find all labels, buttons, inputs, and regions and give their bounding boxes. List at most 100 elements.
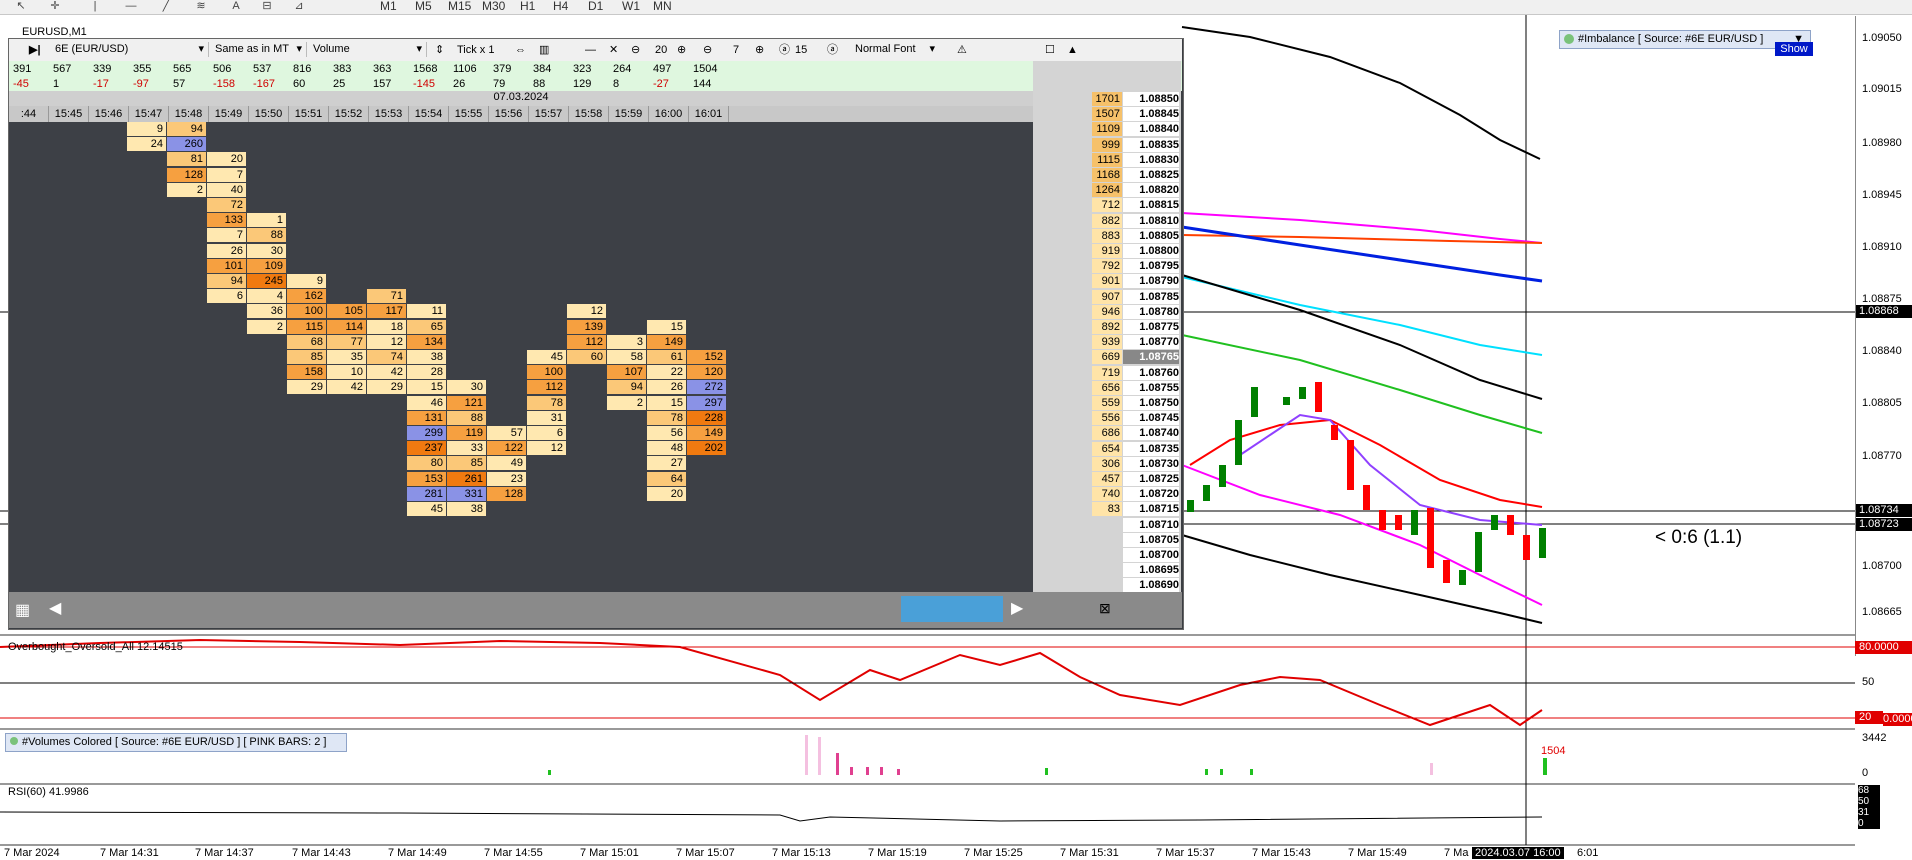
profile-price: 1.08735	[1123, 441, 1179, 456]
time-cell: 15:56	[489, 106, 529, 122]
tf-d1[interactable]: D1	[588, 0, 603, 13]
tf-h4[interactable]: H4	[553, 0, 568, 13]
show-button[interactable]: Show	[1775, 42, 1813, 56]
tf-mn[interactable]: MN	[653, 0, 672, 13]
time-cell: 15:48	[169, 106, 209, 122]
cluster-cell: 88	[247, 228, 286, 243]
collapse-icon[interactable]: ▲	[1067, 42, 1078, 58]
time-cell: 15:59	[609, 106, 649, 122]
delta-cell: -17	[93, 78, 109, 90]
zoom-in-icon[interactable]: ⊕	[677, 42, 686, 58]
profile-row: 669 1.08765	[1092, 350, 1180, 365]
cluster-cell: 94	[207, 274, 246, 288]
profile-price: 1.08755	[1123, 380, 1179, 395]
close-icon[interactable]: ✕	[609, 42, 618, 58]
bars-icon[interactable]: ▥	[539, 42, 549, 58]
tick-value[interactable]: Tick x 1	[457, 42, 495, 58]
value-15[interactable]: 15	[795, 42, 807, 58]
cluster-cell: 6	[527, 426, 566, 440]
cluster-cell: 22	[647, 365, 686, 380]
delta-cell: 1	[53, 78, 60, 90]
tf-m1[interactable]: M1	[380, 0, 397, 13]
tf-m30[interactable]: M30	[482, 0, 505, 13]
value-15-icon[interactable]: ⓐ	[779, 42, 790, 58]
maximize-icon[interactable]: ☐	[1045, 42, 1055, 58]
cursor-icon[interactable]: ↖	[10, 0, 32, 13]
triangle-icon[interactable]: ⚠	[957, 42, 967, 58]
horizontal-line-icon[interactable]: —	[120, 0, 142, 13]
time-cell: 15:50	[249, 106, 289, 122]
x-label: 7 Mar 15:19	[868, 847, 927, 859]
profile-volume: 306	[1092, 456, 1122, 471]
profile-price: 1.08715	[1123, 502, 1179, 517]
zoom-out-icon[interactable]: ⊖	[631, 42, 640, 58]
volumes-indicator-badge[interactable]: #Volumes Colored [ Source: #6E EUR/USD ]…	[5, 733, 347, 752]
cluster-cell: 38	[447, 502, 486, 516]
time-row: :44 15:45 15:46 15:47 15:48 15:49 15:50 15:51 15…	[9, 106, 1033, 122]
cluster-cell: 10	[327, 365, 366, 380]
profile-row: 712 1.08815	[1092, 198, 1180, 213]
shapes-icon[interactable]: ⊿	[288, 0, 310, 13]
mode-select[interactable]: Same as in MT ▾	[211, 42, 307, 57]
tf-w1[interactable]: W1	[622, 0, 640, 13]
cluster-cell: 2	[167, 182, 206, 197]
value-7[interactable]: 7	[733, 42, 739, 58]
cluster-cell: 42	[367, 365, 406, 380]
imbalance-indicator-badge[interactable]: #Imbalance [ Source: #6E EUR/USD ] ▼	[1559, 30, 1811, 49]
cluster-cell: 65	[407, 319, 446, 334]
height-icon[interactable]: ⇕	[435, 42, 444, 58]
trendline-icon[interactable]: ╱	[155, 0, 177, 13]
play-icon[interactable]: ▶|	[29, 42, 41, 58]
scroll-left-icon[interactable]: ◀	[49, 598, 61, 618]
calendar-icon[interactable]: ▦	[15, 600, 30, 620]
cluster-cell: 42	[327, 380, 366, 395]
text-icon[interactable]: A	[225, 0, 247, 13]
profile-row: 919 1.08800	[1092, 244, 1180, 258]
cluster-cell: 1	[247, 213, 286, 228]
tf-m5[interactable]: M5	[415, 0, 432, 13]
cluster-cell: 100	[527, 365, 566, 380]
chevron-down-icon: ▾	[198, 43, 204, 55]
tf-m15[interactable]: M15	[448, 0, 471, 13]
increment-icon[interactable]: ⊕	[755, 42, 764, 58]
osc-level-low: 20	[1855, 711, 1883, 724]
time-cell: 15:51	[289, 106, 329, 122]
scroll-thumb[interactable]	[901, 596, 1003, 622]
volume-cell: 384	[533, 63, 552, 75]
profile-price: 1.08750	[1123, 396, 1179, 410]
symbol-select[interactable]: 6E (EUR/USD) ▾	[51, 42, 209, 57]
x-label: 7 Mar 14:49	[388, 847, 447, 859]
x-label: 7 Mar 14:55	[484, 847, 543, 859]
decrement-icon[interactable]: ⊖	[703, 42, 712, 58]
cluster-cell: 9	[287, 274, 326, 288]
cluster-cell: 45	[527, 350, 566, 364]
cluster-cell: 36	[247, 304, 286, 319]
chevron-down-icon: ▾	[296, 43, 302, 55]
value-20[interactable]: 20	[655, 42, 667, 58]
profile-row: 306 1.08730	[1092, 456, 1180, 471]
volume-cell: 497	[653, 63, 672, 75]
fibo-icon[interactable]: ≋	[190, 0, 212, 13]
volumes-label: #Volumes Colored [ Source: #6E EUR/USD ]…	[22, 736, 327, 748]
price-label: 1.08980	[1862, 137, 1902, 149]
volume-row: 391 567 339 355 565 506 537 816 383 363 1568 1106 37…	[13, 62, 733, 76]
crosshair-icon[interactable]: ✛	[44, 0, 66, 13]
split-icon[interactable]: ⇔	[515, 42, 526, 58]
vertical-line-icon[interactable]: |	[84, 0, 106, 13]
tf-h1[interactable]: H1	[520, 0, 535, 13]
cluster-cell: 71	[367, 289, 406, 304]
scroll-right-icon[interactable]: ▶	[1011, 598, 1023, 618]
cluster-cell: 281	[407, 486, 446, 501]
at-icon[interactable]: ⓐ	[827, 42, 838, 58]
resize-icon[interactable]: ⊠	[1099, 600, 1111, 617]
cluster-cell: 128	[487, 486, 526, 501]
mode-value: Same as in MT	[215, 43, 289, 55]
minus-icon[interactable]: —	[585, 42, 596, 58]
font-select[interactable]: Normal Font ▾	[851, 42, 939, 57]
time-cell: 15:57	[529, 106, 569, 122]
cluster-cell: 30	[247, 243, 286, 258]
time-cell: 16:01	[689, 106, 729, 122]
type-select[interactable]: Volume ▾	[309, 42, 427, 57]
label-icon[interactable]: ⊟	[256, 0, 278, 13]
cluster-cell: 107	[607, 365, 646, 380]
